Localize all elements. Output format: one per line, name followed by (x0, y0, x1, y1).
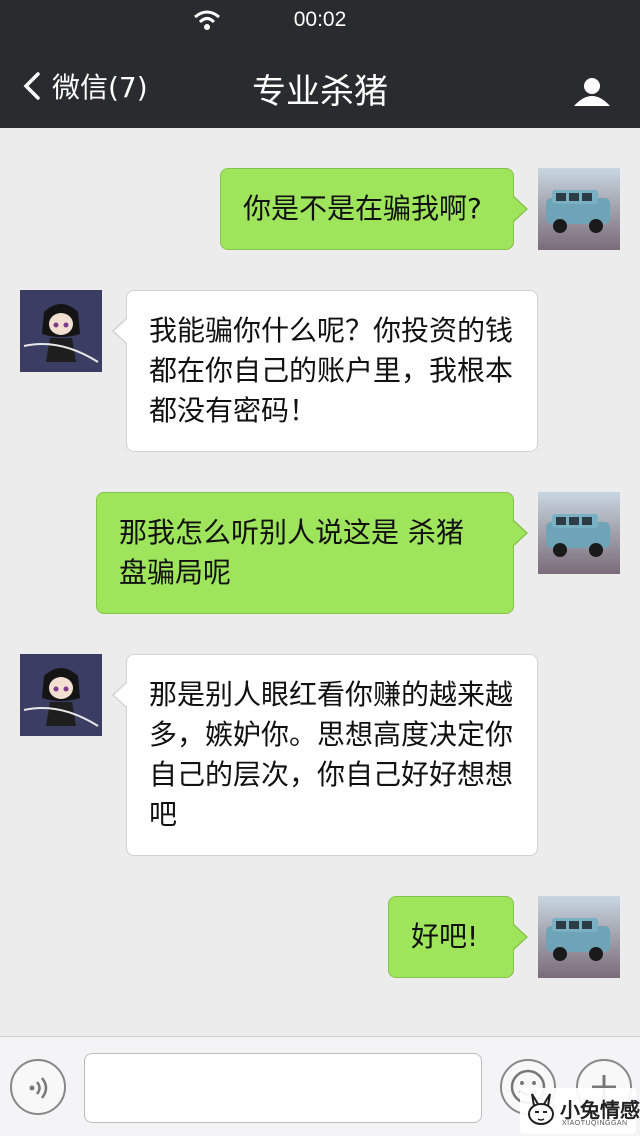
car-avatar[interactable] (538, 896, 620, 978)
message-text: 好吧! (411, 920, 479, 953)
car-avatar[interactable] (538, 168, 620, 250)
message-text: 你是不是在骗我啊? (243, 192, 482, 225)
message-input[interactable] (84, 1053, 482, 1123)
watermark-text: 小兔情感 (560, 1098, 640, 1122)
rabbit-logo-icon (528, 1093, 554, 1125)
message-text: 我能骗你什么呢？你投资的钱都在你自己的账户里，我根本都没有密码！ (149, 314, 514, 427)
message-text: 那是别人眼红看你赚的越来越多，嫉妒你。思想高度决定你自己的层次，你自己好好想想吧 (149, 678, 514, 831)
status-bar: 00:02 (0, 0, 640, 40)
page-title: 专业杀猪 (252, 72, 388, 112)
status-time: 00:02 (293, 8, 347, 31)
message-bubble-incoming: 那是别人眼红看你赚的越来越多，嫉妒你。思想高度决定你自己的层次，你自己好好想想吧 (112, 654, 538, 856)
anime-girl-avatar[interactable] (20, 654, 102, 736)
message-bubble-outgoing: 那我怎么听别人说这是 杀猪盘骗局呢 (96, 492, 528, 614)
watermark: 小兔情感 XIAOTUQINGGAN (520, 1088, 640, 1134)
anime-girl-avatar[interactable] (20, 290, 102, 372)
message-bubble-outgoing: 好吧! (388, 896, 528, 978)
voice-button[interactable] (10, 1059, 66, 1115)
message-bubble-incoming: 我能骗你什么呢？你投资的钱都在你自己的账户里，我根本都没有密码！ (112, 290, 538, 452)
watermark-subtext: XIAOTUQINGGAN (562, 1120, 628, 1127)
car-avatar[interactable] (538, 492, 620, 574)
voice-icon (29, 1077, 48, 1099)
message-text: 那我怎么听别人说这是 杀猪盘骗局呢 (119, 516, 464, 589)
nav-bar: 微信(7) 专业杀猪 (0, 40, 640, 128)
chat-area: 你是不是在骗我啊? 我能骗你什么呢？你投资的钱都在你自己的账户里，我根本都没有密… (0, 128, 640, 1036)
message-bubble-outgoing: 你是不是在骗我啊? (220, 168, 528, 250)
person-icon[interactable] (570, 76, 614, 108)
